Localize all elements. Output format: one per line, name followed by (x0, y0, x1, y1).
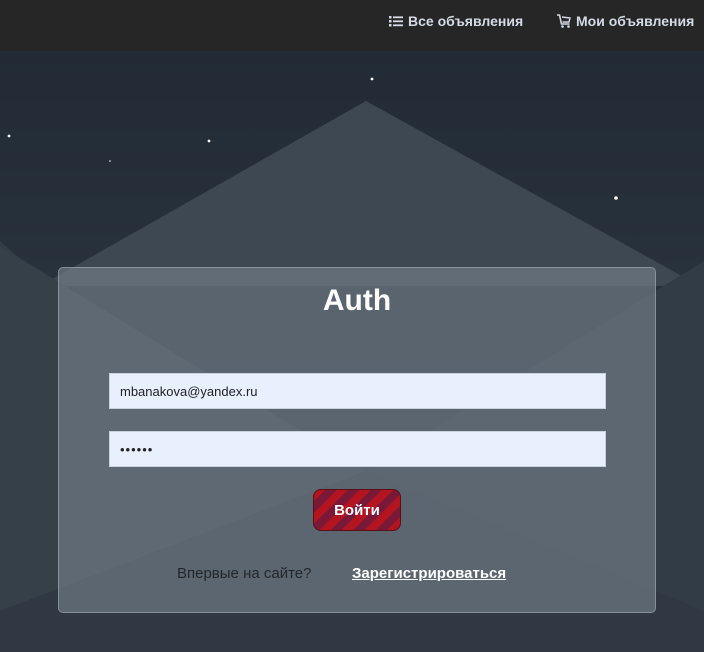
nav-all-ads-label: Все объявления (408, 13, 524, 29)
nav-my-ads-link[interactable]: Мои объявления (556, 12, 694, 30)
star-icon (109, 160, 111, 162)
login-button[interactable]: Войти (313, 489, 401, 531)
auth-card: Auth Войти Впервые на сайте? Зарегистрир… (58, 267, 656, 613)
email-field[interactable] (109, 373, 606, 409)
nav-my-ads-label: Мои объявления (576, 13, 695, 29)
nav-all-ads-link[interactable]: Все объявления (388, 12, 523, 30)
signup-link[interactable]: Зарегистрироваться (352, 565, 506, 582)
star-icon (370, 77, 374, 81)
star-icon (7, 134, 11, 138)
star-icon (614, 196, 618, 200)
list-icon (388, 13, 404, 29)
top-navigation-bar: Все объявления Мои объявления (0, 0, 704, 51)
star-icon (207, 139, 211, 143)
cart-icon (556, 13, 572, 29)
auth-title: Auth (322, 284, 392, 317)
signup-prompt: Впервые на сайте? (177, 565, 312, 582)
password-field[interactable] (109, 431, 606, 467)
